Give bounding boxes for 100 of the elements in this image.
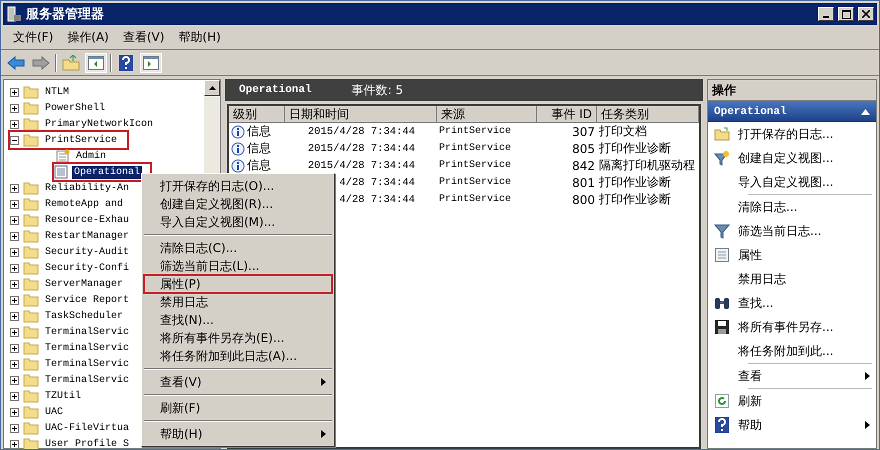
- maximize-button[interactable]: [838, 7, 854, 21]
- action-item[interactable]: 将任务附加到此...: [708, 339, 876, 363]
- menu-item[interactable]: 属性(P): [144, 275, 332, 293]
- action-item[interactable]: 帮助: [708, 413, 876, 437]
- menu-item[interactable]: 帮助(H): [172, 26, 227, 48]
- help-icon: [715, 417, 729, 433]
- tree-item[interactable]: UAC: [43, 406, 66, 418]
- menu-item[interactable]: 查看(V): [144, 373, 332, 391]
- expand-icon[interactable]: [10, 408, 19, 416]
- menu-item[interactable]: 将所有事件另存为(E)...: [144, 329, 332, 347]
- menu-item[interactable]: 刷新(F): [144, 399, 332, 417]
- tree-item[interactable]: TerminalServic: [43, 358, 132, 370]
- table-cell-text: 4/28 7:34:44: [338, 176, 415, 188]
- folder-icon: [23, 325, 39, 339]
- action-item[interactable]: 将所有事件另存...: [708, 315, 876, 339]
- column-header[interactable]: 来源: [437, 106, 537, 123]
- expand-icon[interactable]: [10, 200, 19, 208]
- tree-item[interactable]: TZUtil: [43, 390, 84, 402]
- tree-item[interactable]: PowerShell: [43, 102, 108, 114]
- expand-icon[interactable]: [10, 328, 19, 336]
- tree-item[interactable]: TerminalServic: [43, 374, 132, 386]
- folder-icon: [23, 277, 39, 291]
- expand-icon[interactable]: [10, 216, 19, 224]
- action-item[interactable]: 属性: [708, 243, 876, 267]
- tree-item[interactable]: PrimaryNetworkIcon: [43, 118, 156, 130]
- menu-item[interactable]: 导入自定义视图(M)...: [144, 213, 332, 231]
- table-cell: PrintService: [439, 126, 512, 137]
- expand-icon[interactable]: [10, 248, 19, 256]
- tree-item[interactable]: NTLM: [43, 86, 72, 98]
- tree-item[interactable]: RestartManager: [43, 230, 132, 242]
- action-item[interactable]: 打开保存的日志...: [708, 122, 876, 146]
- expand-icon[interactable]: [10, 344, 19, 352]
- collapse-icon[interactable]: [10, 136, 19, 144]
- menu-item[interactable]: 筛选当前日志(L)...: [144, 257, 332, 275]
- tree-item[interactable]: ServerManager: [43, 278, 126, 290]
- menu-item[interactable]: 查看(V): [116, 26, 170, 48]
- expand-icon[interactable]: [10, 376, 19, 384]
- expand-icon[interactable]: [10, 232, 19, 240]
- menu-item[interactable]: 操作(A): [61, 26, 115, 48]
- expand-icon[interactable]: [10, 360, 19, 368]
- folder-icon: [23, 117, 39, 131]
- tree-item[interactable]: Security-Confi: [43, 262, 132, 274]
- action-item[interactable]: 禁用日志: [708, 267, 876, 291]
- tree-item[interactable]: Security-Audit: [43, 246, 132, 258]
- action-item[interactable]: 创建自定义视图...: [708, 146, 876, 170]
- expand-icon[interactable]: [10, 424, 19, 432]
- folder-icon: [23, 389, 39, 403]
- action-item[interactable]: 查看: [708, 364, 876, 388]
- column-header[interactable]: 级别: [229, 106, 285, 123]
- expand-icon[interactable]: [10, 120, 19, 128]
- menu-item[interactable]: 清除日志(C)...: [144, 239, 332, 257]
- table-cell: 打印作业诊断: [599, 140, 671, 157]
- info-icon: [231, 158, 245, 172]
- tree-item[interactable]: Admin: [74, 150, 108, 162]
- folder-icon: [23, 293, 39, 307]
- tree-item[interactable]: Reliability-An: [43, 182, 132, 194]
- action-pane-button[interactable]: [140, 52, 162, 72]
- console-tree-button[interactable]: [85, 52, 107, 72]
- action-item[interactable]: 清除日志...: [708, 195, 876, 219]
- expand-icon[interactable]: [10, 296, 19, 304]
- tree-item[interactable]: User Profile S: [43, 438, 132, 449]
- log-icon: [54, 165, 68, 179]
- tree-item[interactable]: RemoteApp and: [43, 198, 126, 210]
- expand-icon[interactable]: [10, 280, 19, 288]
- tree-item[interactable]: TerminalServic: [43, 326, 132, 338]
- tree-item[interactable]: Resource-Exhau: [43, 214, 132, 226]
- tree-item[interactable]: TerminalServic: [43, 342, 132, 354]
- action-item[interactable]: 筛选当前日志...: [708, 219, 876, 243]
- menu-item[interactable]: 创建自定义视图(R)...: [144, 195, 332, 213]
- scroll-up-icon[interactable]: [208, 86, 216, 90]
- section-header[interactable]: Operational: [708, 101, 876, 122]
- tree-item[interactable]: TaskScheduler: [43, 310, 126, 322]
- menu-item[interactable]: 禁用日志: [144, 293, 332, 311]
- minimize-button[interactable]: [818, 7, 834, 21]
- close-button[interactable]: [858, 7, 874, 21]
- action-item[interactable]: 导入自定义视图...: [708, 170, 876, 194]
- tree-item[interactable]: UAC-FileVirtua: [43, 422, 132, 434]
- column-header[interactable]: 任务类别: [597, 106, 699, 123]
- expand-icon[interactable]: [10, 312, 19, 320]
- expand-icon[interactable]: [10, 392, 19, 400]
- expand-icon[interactable]: [10, 184, 19, 192]
- menu-item[interactable]: 打开保存的日志(O)...: [144, 177, 332, 195]
- column-header[interactable]: 事件 ID: [537, 106, 597, 123]
- column-header[interactable]: 日期和时间: [285, 106, 437, 123]
- expand-icon[interactable]: [10, 440, 19, 448]
- expand-icon[interactable]: [10, 88, 19, 96]
- info-icon: [231, 142, 245, 156]
- expand-icon[interactable]: [10, 104, 19, 112]
- menu-item[interactable]: 帮助(H): [144, 425, 332, 443]
- tree-item[interactable]: Operational: [72, 166, 142, 178]
- expand-icon[interactable]: [10, 264, 19, 272]
- action-item[interactable]: 查找...: [708, 291, 876, 315]
- tree-item[interactable]: Service Report: [43, 294, 132, 306]
- table-cell: 打印文档: [599, 123, 647, 140]
- menu-item[interactable]: 将任务附加到此日志(A)...: [144, 347, 332, 365]
- tree-item[interactable]: PrintService: [43, 134, 120, 146]
- menu-item[interactable]: 查找(N)...: [144, 311, 332, 329]
- action-item[interactable]: 刷新: [708, 389, 876, 413]
- table-cell-text: 2015/4/28 7:34:44: [306, 160, 415, 172]
- menu-item[interactable]: 文件(F): [7, 26, 60, 48]
